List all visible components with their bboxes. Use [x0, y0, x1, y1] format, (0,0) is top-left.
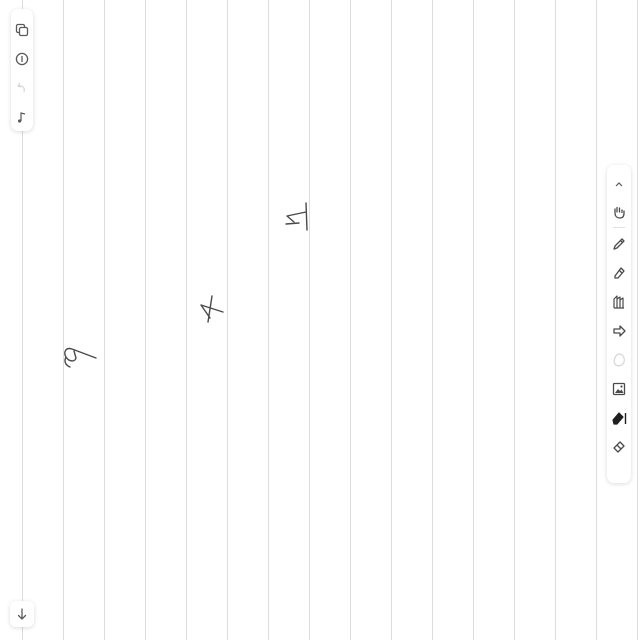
pen-icon — [613, 237, 625, 250]
ruled-writing-canvas[interactable] — [0, 0, 640, 640]
image-icon — [612, 382, 626, 395]
right-toolbar — [607, 165, 631, 483]
info-icon — [15, 52, 29, 65]
lasso-tool-button[interactable] — [609, 345, 629, 374]
handwritten-digit-1 — [285, 202, 308, 231]
arrow-down-icon — [17, 608, 27, 620]
shape-icon — [613, 324, 626, 337]
copy-icon — [15, 23, 29, 36]
info-button[interactable] — [12, 44, 32, 73]
shape-tool-button[interactable] — [609, 316, 629, 345]
music-note-icon — [18, 111, 26, 123]
eraser-active-icon — [612, 411, 627, 425]
handwritten-digit-9 — [64, 347, 97, 368]
brush-icon — [613, 294, 624, 309]
undo-icon — [17, 82, 25, 92]
highlighter-tool-button[interactable] — [609, 258, 629, 287]
chevron-up-icon — [615, 182, 623, 187]
undo-button[interactable] — [12, 73, 32, 102]
pen-tool-button[interactable] — [609, 229, 629, 258]
eraser-tool-button[interactable] — [609, 432, 629, 461]
hand-icon — [614, 206, 625, 219]
brush-tool-button[interactable] — [609, 287, 629, 316]
toolbar-divider — [613, 227, 625, 228]
highlighter-icon — [614, 266, 625, 279]
collapse-toolbar-button[interactable] — [609, 171, 629, 197]
left-toolbar — [11, 9, 33, 131]
eraser-active-button[interactable] — [609, 403, 629, 432]
image-tool-button[interactable] — [609, 374, 629, 403]
handwriting-layer — [64, 202, 308, 368]
copy-button[interactable] — [12, 15, 32, 44]
lasso-icon — [613, 352, 625, 366]
hand-tool-button[interactable] — [609, 197, 629, 226]
eraser-icon — [613, 440, 625, 453]
audio-button[interactable] — [12, 102, 32, 131]
handwritten-digit-4 — [200, 295, 224, 323]
scroll-down-button[interactable] — [10, 601, 34, 627]
